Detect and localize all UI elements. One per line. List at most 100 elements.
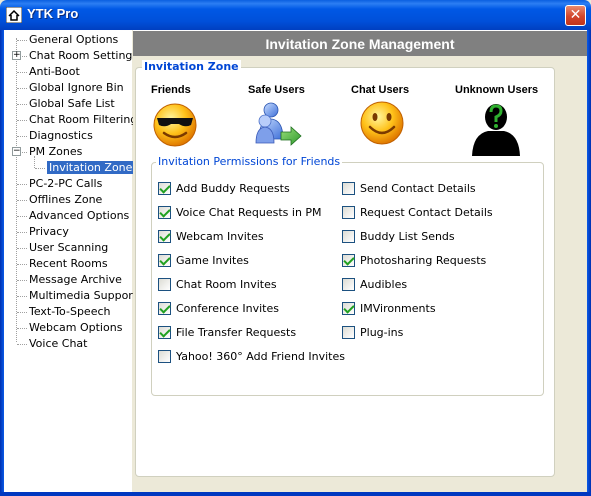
cool-smiley-icon[interactable] xyxy=(151,101,199,149)
tree-item-label: Global Ignore Bin xyxy=(29,81,124,94)
tree-item-label: Global Safe List xyxy=(29,97,115,110)
tree-item-chat-room-settings[interactable]: Chat Room Settings xyxy=(29,48,138,64)
tree-item-text-to-speech[interactable]: Text-To-Speech xyxy=(29,304,110,320)
tree-item-label: Diagnostics xyxy=(29,129,93,142)
tree-item-label: Offlines Zone xyxy=(29,193,103,206)
checkbox-label: Audibles xyxy=(360,278,408,291)
tree-item-label: Advanced Options xyxy=(29,209,130,222)
checkbox-label: Voice Chat Requests in PM xyxy=(176,206,322,219)
tree-item-general-options[interactable]: General Options xyxy=(29,32,118,48)
tree-connector xyxy=(17,296,27,297)
checkbox-label: Chat Room Invites xyxy=(176,278,277,291)
tree-item-anti-boot[interactable]: Anti-Boot xyxy=(29,64,80,80)
checkbox[interactable] xyxy=(158,278,171,291)
checkbox-label: IMVironments xyxy=(360,302,436,315)
tree-item-label: Chat Room Settings xyxy=(29,49,139,62)
checkbox-label: Game Invites xyxy=(176,254,249,267)
tree-item-user-scanning[interactable]: User Scanning xyxy=(29,240,108,256)
unknown-user-icon[interactable] xyxy=(468,100,524,156)
window-frame-bottom xyxy=(0,492,591,496)
checkbox-label: Yahoo! 360° Add Friend Invites xyxy=(176,350,345,363)
category-label-unknown-users: Unknown Users xyxy=(455,84,539,96)
tree-item-chat-room-filtering[interactable]: Chat Room Filtering xyxy=(29,112,137,128)
checkbox-label: File Transfer Requests xyxy=(176,326,297,339)
tree-item-global-safe-list[interactable]: Global Safe List xyxy=(29,96,115,112)
tree-connector xyxy=(17,280,27,281)
window-frame-right xyxy=(587,30,591,496)
smiley-icon[interactable] xyxy=(358,99,406,147)
tree-item-label: Text-To-Speech xyxy=(29,305,111,318)
tree-item-multimedia-support[interactable]: Multimedia Support xyxy=(29,288,137,304)
checkbox-label: Conference Invites xyxy=(176,302,279,315)
tree-item-webcam-options[interactable]: Webcam Options xyxy=(29,320,122,336)
checkbox-label: Add Buddy Requests xyxy=(176,182,290,195)
tree-connector xyxy=(17,136,27,137)
tree-connector-line xyxy=(34,156,35,168)
tree-item-invitation-zones[interactable]: Invitation Zones xyxy=(47,160,141,176)
page-title: Invitation Zone Management xyxy=(133,30,587,56)
tree-connector xyxy=(17,216,27,217)
tree-connector xyxy=(17,264,27,265)
tree-item-recent-rooms[interactable]: Recent Rooms xyxy=(29,256,108,272)
tree-item-label: User Scanning xyxy=(29,241,109,254)
checkbox[interactable] xyxy=(342,206,355,219)
tree-connector xyxy=(17,72,27,73)
tree-connector xyxy=(17,232,27,233)
category-label-friends: Friends xyxy=(151,84,191,96)
invitation-zone-legend: Invitation Zone xyxy=(142,60,241,73)
checkbox-label: Request Contact Details xyxy=(360,206,493,219)
tree-item-label: PC-2-PC Calls xyxy=(29,177,103,190)
tree-item-advanced-options[interactable]: Advanced Options xyxy=(29,208,129,224)
tree-connector xyxy=(17,104,27,105)
tree-connector xyxy=(17,184,27,185)
checkbox-label: Plug-ins xyxy=(360,326,404,339)
checkbox[interactable] xyxy=(158,326,171,339)
checkbox[interactable] xyxy=(342,182,355,195)
checkbox[interactable] xyxy=(158,254,171,267)
tree-item-offlines-zone[interactable]: Offlines Zone xyxy=(29,192,102,208)
checkbox[interactable] xyxy=(158,182,171,195)
tree-item-label: Multimedia Support xyxy=(29,289,138,302)
app-home-icon xyxy=(6,7,22,23)
tree-connector xyxy=(17,40,27,41)
tree-item-pc-2-pc-calls[interactable]: PC-2-PC Calls xyxy=(29,176,102,192)
safe-users-icon[interactable] xyxy=(253,101,305,149)
permissions-legend: Invitation Permissions for Friends xyxy=(156,155,343,168)
tree-item-label: Recent Rooms xyxy=(29,257,108,270)
tree-connector xyxy=(17,344,27,345)
checkbox[interactable] xyxy=(342,326,355,339)
expand-icon[interactable]: + xyxy=(12,51,21,60)
close-button[interactable]: ✕ xyxy=(565,5,586,26)
tree-connector xyxy=(17,200,27,201)
checkbox[interactable] xyxy=(342,278,355,291)
checkbox[interactable] xyxy=(342,254,355,267)
checkbox[interactable] xyxy=(342,230,355,243)
tree-item-global-ignore-bin[interactable]: Global Ignore Bin xyxy=(29,80,124,96)
checkbox[interactable] xyxy=(158,302,171,315)
checkbox[interactable] xyxy=(158,206,171,219)
title-bar[interactable]: YTK Pro ✕ xyxy=(0,0,591,30)
tree-item-voice-chat[interactable]: Voice Chat xyxy=(29,336,87,352)
tree-item-message-archive[interactable]: Message Archive xyxy=(29,272,122,288)
checkbox[interactable] xyxy=(158,230,171,243)
tree-item-label: Anti-Boot xyxy=(29,65,80,78)
checkbox-label: Photosharing Requests xyxy=(360,254,487,267)
tree-item-label: Invitation Zones xyxy=(47,161,141,174)
checkbox[interactable] xyxy=(342,302,355,315)
tree-item-privacy[interactable]: Privacy xyxy=(29,224,69,240)
tree-connector xyxy=(35,168,45,169)
tree-item-label: PM Zones xyxy=(29,145,83,158)
tree-item-diagnostics[interactable]: Diagnostics xyxy=(29,128,93,144)
checkbox-label: Buddy List Sends xyxy=(360,230,455,243)
tree-item-label: General Options xyxy=(29,33,119,46)
window-title: YTK Pro xyxy=(27,6,79,21)
category-label-safe-users: Safe Users xyxy=(248,84,305,96)
tree-connector xyxy=(17,120,27,121)
checkbox-label: Send Contact Details xyxy=(360,182,476,195)
collapse-icon[interactable]: − xyxy=(12,147,21,156)
tree-connector xyxy=(17,248,27,249)
tree-item-label: Webcam Options xyxy=(29,321,123,334)
checkbox[interactable] xyxy=(158,350,171,363)
options-tree[interactable]: General Options + Chat Room Settings Anti-B… xyxy=(4,30,141,492)
tree-item-pm-zones[interactable]: PM Zones xyxy=(29,144,82,160)
